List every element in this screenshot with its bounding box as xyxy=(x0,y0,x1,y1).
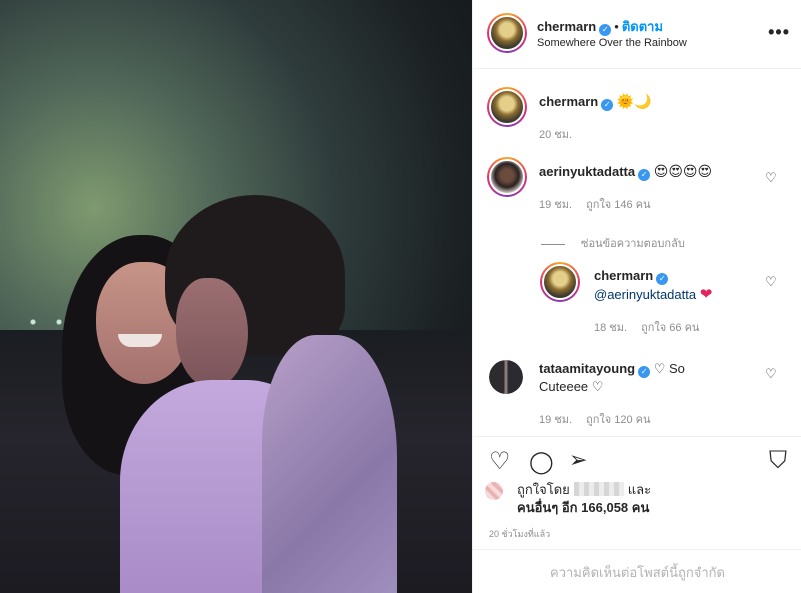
commenter-avatar[interactable] xyxy=(489,360,523,394)
others-likes-link[interactable]: คนอื่นๆ อีก 166,058 คน xyxy=(485,499,785,517)
share-icon[interactable]: ➢ xyxy=(569,447,587,473)
header-location[interactable]: Somewhere Over the Rainbow xyxy=(537,37,687,49)
more-options-icon[interactable]: ••• xyxy=(768,22,790,43)
post-header: chermarn ✓ • ติดตาม Somewhere Over the Rain… xyxy=(473,0,801,69)
post-time[interactable]: 20 ชั่วโมงที่แล้ว xyxy=(489,527,550,541)
comment-text-line-2: Cuteeee ♡ xyxy=(539,379,604,394)
and-label: และ xyxy=(627,482,652,497)
likes-line-1: ถูกใจโดย และ xyxy=(485,481,785,499)
separator-dot: • xyxy=(614,19,619,34)
hide-replies-button[interactable]: ซ่อนข้อความตอบกลับ xyxy=(541,234,685,252)
comments-limited-notice: ความคิดเห็นต่อโพสต์นี้ถูกจำกัด xyxy=(473,549,801,593)
comment-like-icon[interactable]: ♡ xyxy=(765,170,777,186)
reply-like-icon[interactable]: ♡ xyxy=(765,274,777,290)
reply-likes[interactable]: ถูกใจ 66 คน xyxy=(641,322,699,334)
verified-icon: ✓ xyxy=(656,273,669,285)
liked-by-label: ถูกใจโดย xyxy=(517,482,570,497)
reply-username[interactable]: chermarn xyxy=(594,268,653,283)
caption-username[interactable]: chermarn xyxy=(539,94,598,109)
comment-username[interactable]: tataamitayoung xyxy=(539,361,635,376)
likes-summary: ถูกใจโดย และ คนอื่นๆ อีก 166,058 คน xyxy=(485,481,785,517)
verified-icon: ✓ xyxy=(638,169,651,181)
reply-row-2: @aerinyuktadatta ❤ xyxy=(594,285,712,303)
comment-row: aerinyuktadatta ✓ 😍😍😍😍 xyxy=(539,164,712,181)
reply-avatar[interactable] xyxy=(540,262,580,302)
header-username[interactable]: chermarn xyxy=(537,19,596,34)
save-bookmark-icon[interactable]: ⛉ xyxy=(769,447,787,475)
liker-avatar[interactable] xyxy=(485,482,503,500)
caption-time[interactable]: 20 ชม. xyxy=(539,125,572,143)
photo-woman-smile xyxy=(118,334,162,347)
hide-replies-label: ซ่อนข้อความตอบกลับ xyxy=(581,238,685,250)
post-actions: ♡ ◯ ➢ ⛉ ถูกใจโดย และ คนอื่นๆ อีก 166,058 … xyxy=(473,436,801,593)
verified-icon: ✓ xyxy=(601,99,614,111)
author-avatar[interactable] xyxy=(487,13,527,53)
caption-row: chermarn ✓ 🌞🌙 xyxy=(539,94,652,111)
caption-text: 🌞🌙 xyxy=(616,94,652,110)
comment-icon[interactable]: ◯ xyxy=(529,449,554,475)
comment-likes[interactable]: ถูกใจ 120 คน xyxy=(586,414,650,426)
commenter-avatar[interactable] xyxy=(487,157,527,197)
comment-meta: 19 ชม. ถูกใจ 120 คน xyxy=(539,410,651,428)
comment-meta: 19 ชม. ถูกใจ 146 คน xyxy=(539,195,651,213)
photo-man-face xyxy=(176,278,248,388)
post-photo[interactable] xyxy=(0,0,472,593)
caption-avatar[interactable] xyxy=(487,87,527,127)
photo-man-shirt xyxy=(262,335,397,593)
comment-text-line-1: ♡ So xyxy=(653,361,685,376)
reply-meta: 18 ชม. ถูกใจ 66 คน xyxy=(594,318,699,336)
comment-time[interactable]: 19 ชม. xyxy=(539,414,572,426)
comment-text: 😍😍😍😍 xyxy=(653,164,713,180)
comment-time[interactable]: 19 ชม. xyxy=(539,199,572,211)
verified-icon: ✓ xyxy=(638,366,651,378)
comment-like-icon[interactable]: ♡ xyxy=(765,366,777,382)
liker-name-redacted[interactable] xyxy=(573,482,624,496)
comment-likes[interactable]: ถูกใจ 146 คน xyxy=(586,199,650,211)
reply-divider xyxy=(541,243,565,245)
post-side-panel: chermarn ✓ • ติดตาม Somewhere Over the Rain… xyxy=(472,0,801,593)
like-icon[interactable]: ♡ xyxy=(489,447,511,476)
follow-button[interactable]: ติดตาม xyxy=(622,19,663,34)
reply-row-1: chermarn ✓ xyxy=(594,268,669,285)
reply-mention-link[interactable]: @aerinyuktadatta xyxy=(594,287,696,302)
comment-username[interactable]: aerinyuktadatta xyxy=(539,164,635,179)
red-heart-icon: ❤ xyxy=(699,286,713,303)
verified-icon: ✓ xyxy=(599,24,612,36)
header-user-row: chermarn ✓ • ติดตาม xyxy=(537,16,663,37)
reply-time[interactable]: 18 ชม. xyxy=(594,322,627,334)
comment-row: tataamitayoung ✓ ♡ So xyxy=(539,361,685,378)
